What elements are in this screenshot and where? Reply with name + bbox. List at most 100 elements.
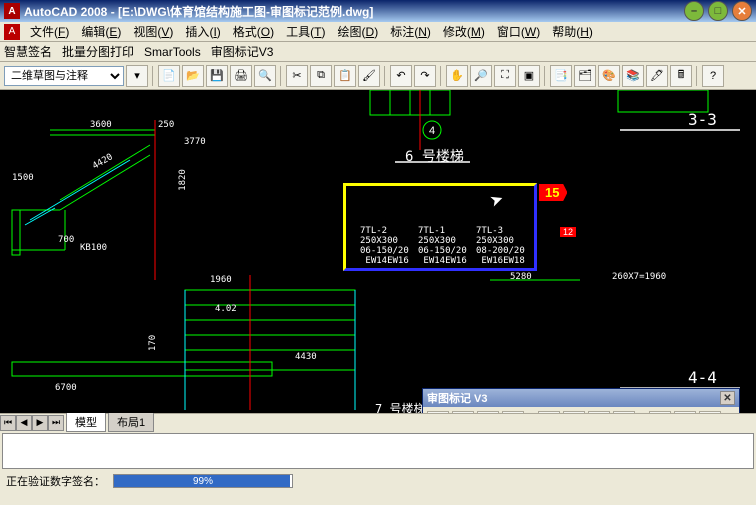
palette-titlebar[interactable]: 审图标记 V3 ✕ bbox=[423, 389, 739, 407]
tab-model[interactable]: 模型 bbox=[66, 413, 106, 432]
window-title: AutoCAD 2008 - [E:\DWG\体育馆结构施工图-审图标记范例.d… bbox=[24, 3, 684, 20]
menu-draw[interactable]: 绘图(D) bbox=[332, 21, 385, 42]
pal-star-button[interactable]: ✶ bbox=[477, 411, 499, 413]
zoom-window-button[interactable]: ⛶ bbox=[494, 65, 516, 87]
open-button[interactable]: 📂 bbox=[182, 65, 204, 87]
pal-refresh-button[interactable]: ↻ bbox=[613, 411, 635, 413]
paste-button[interactable]: 📋 bbox=[334, 65, 356, 87]
palette-title-text: 审图标记 V3 bbox=[427, 390, 720, 406]
save-button[interactable]: 💾 bbox=[206, 65, 228, 87]
dim-250: 250 bbox=[158, 120, 174, 130]
help-button[interactable]: ? bbox=[702, 65, 724, 87]
menu-format[interactable]: 格式(O) bbox=[227, 21, 280, 42]
pal-flag-button[interactable]: ⚑ bbox=[502, 411, 524, 413]
markup-button[interactable]: 🖊 bbox=[646, 65, 668, 87]
menu-view[interactable]: 视图(V) bbox=[127, 21, 179, 42]
redo-button[interactable]: ↷ bbox=[414, 65, 436, 87]
dim-4430: 4430 bbox=[295, 352, 317, 362]
pal-edit-button[interactable]: ✎ bbox=[452, 411, 474, 413]
dim-170: 170 bbox=[148, 335, 158, 351]
stair-6-label: 6 号楼梯 bbox=[405, 146, 464, 166]
zoom-button[interactable]: 🔎 bbox=[470, 65, 492, 87]
menu-window[interactable]: 窗口(W) bbox=[491, 21, 546, 42]
menu-file[interactable]: 文件(F) bbox=[24, 21, 75, 42]
menu-review-mark[interactable]: 审图标记V3 bbox=[211, 43, 274, 60]
toolpalette-button[interactable]: 🎨 bbox=[598, 65, 620, 87]
signature-progress: 99% bbox=[113, 474, 293, 488]
dim-402: 4.02 bbox=[215, 304, 237, 314]
section-3-3-label: 3-3 bbox=[688, 110, 717, 129]
copy-button[interactable]: ⧉ bbox=[310, 65, 332, 87]
col1-text: 7TL-2 250X300 06-150/20 EW14EW16 bbox=[360, 226, 409, 266]
tab-layout1[interactable]: 布局1 bbox=[108, 413, 154, 432]
pal-web-button[interactable]: e bbox=[699, 411, 721, 413]
toolbar-dropdown-icon[interactable]: ▾ bbox=[126, 65, 148, 87]
menu-smartools[interactable]: SmarTools bbox=[144, 45, 201, 59]
maximize-button[interactable]: □ bbox=[708, 1, 728, 21]
menu-help[interactable]: 帮助(H) bbox=[546, 21, 599, 42]
status-verifying-label: 正在验证数字签名： bbox=[6, 473, 105, 489]
menu-bar-extra: 智慧签名 批量分图打印 SmarTools 审图标记V3 bbox=[0, 42, 756, 62]
progress-percent: 99% bbox=[114, 475, 292, 489]
tab-last-button[interactable]: ⏭ bbox=[48, 415, 64, 431]
main-toolbar: 二维草图与注释 ▾ 📄 📂 💾 🖨 🔍 ✂ ⧉ 📋 🖌 ↶ ↷ ✋ 🔎 ⛶ ▣ … bbox=[0, 62, 756, 90]
dim-5280: 5280 bbox=[510, 272, 532, 282]
status-bar: 正在验证数字签名： 99% bbox=[0, 471, 756, 491]
command-line[interactable] bbox=[2, 433, 754, 469]
review-flag-15[interactable]: 15 bbox=[539, 184, 567, 201]
workspace-combo[interactable]: 二维草图与注释 bbox=[4, 66, 124, 86]
match-button[interactable]: 🖌 bbox=[358, 65, 380, 87]
review-flag-12[interactable]: 12 bbox=[560, 227, 576, 237]
menu-app-icon: A bbox=[4, 24, 20, 40]
col2-text: 7TL-1 250X300 06-150/20 EW14EW16 bbox=[418, 226, 467, 266]
pal-export-excel-button[interactable]: ▦ bbox=[588, 411, 610, 413]
drawing-canvas[interactable]: 4 3-3 4-4 6 号楼梯 7 号楼梯 3600 1820 3770 442… bbox=[0, 90, 756, 413]
pal-add-mark-button[interactable]: ✚ bbox=[427, 411, 449, 413]
review-mark-palette[interactable]: 审图标记 V3 ✕ ✚ ✎ ✶ ⚑ ⬇ ✖ ▦ ↻ ◀ ▶ e ▤ bbox=[422, 388, 740, 413]
dim-260x7: 260X7=1960 bbox=[612, 272, 666, 282]
dim-1820: 1820 bbox=[178, 169, 188, 191]
tab-next-button[interactable]: ▶ bbox=[32, 415, 48, 431]
preview-button[interactable]: 🔍 bbox=[254, 65, 276, 87]
pal-delete-button[interactable]: ✖ bbox=[563, 411, 585, 413]
calc-button[interactable]: 🖩 bbox=[670, 65, 692, 87]
properties-button[interactable]: 📑 bbox=[550, 65, 572, 87]
pal-prev-button[interactable]: ◀ bbox=[649, 411, 671, 413]
cut-button[interactable]: ✂ bbox=[286, 65, 308, 87]
new-button[interactable]: 📄 bbox=[158, 65, 180, 87]
dim-3770: 3770 bbox=[184, 137, 206, 147]
palette-body: ✚ ✎ ✶ ⚑ ⬇ ✖ ▦ ↻ ◀ ▶ e ▤ bbox=[423, 407, 739, 413]
dim-700: 700 bbox=[58, 235, 74, 245]
tab-prev-button[interactable]: ◀ bbox=[16, 415, 32, 431]
menu-batch-plot[interactable]: 批量分图打印 bbox=[62, 43, 134, 60]
section-4-4-label: 4-4 bbox=[688, 368, 717, 387]
menu-dimension[interactable]: 标注(N) bbox=[384, 21, 437, 42]
zoom-all-button[interactable]: ▣ bbox=[518, 65, 540, 87]
stair-7-label: 7 号楼梯 bbox=[375, 400, 425, 413]
dim-1500: 1500 bbox=[12, 173, 34, 183]
menu-modify[interactable]: 修改(M) bbox=[437, 21, 491, 42]
print-button[interactable]: 🖨 bbox=[230, 65, 252, 87]
tab-first-button[interactable]: ⏮ bbox=[0, 415, 16, 431]
review-highlight-box: 7TL-2 250X300 06-150/20 EW14EW16 7TL-1 2… bbox=[343, 183, 537, 271]
menu-insert[interactable]: 插入(I) bbox=[179, 21, 226, 42]
close-button[interactable]: ✕ bbox=[732, 1, 752, 21]
designcenter-button[interactable]: 🗂 bbox=[574, 65, 596, 87]
pal-import-button[interactable]: ⬇ bbox=[538, 411, 560, 413]
pal-next-button[interactable]: ▶ bbox=[674, 411, 696, 413]
col3-text: 7TL-3 250X300 08-200/20 EW16EW18 bbox=[476, 226, 525, 266]
dim-3600: 3600 bbox=[90, 120, 112, 130]
pan-button[interactable]: ✋ bbox=[446, 65, 468, 87]
menu-tools[interactable]: 工具(T) bbox=[280, 21, 331, 42]
menu-edit[interactable]: 编辑(E) bbox=[75, 21, 127, 42]
dim-6700: 6700 bbox=[55, 383, 77, 393]
minimize-button[interactable]: – bbox=[684, 1, 704, 21]
title-bar: A AutoCAD 2008 - [E:\DWG\体育馆结构施工图-审图标记范例… bbox=[0, 0, 756, 22]
undo-button[interactable]: ↶ bbox=[390, 65, 412, 87]
app-icon: A bbox=[4, 3, 20, 19]
palette-close-button[interactable]: ✕ bbox=[720, 391, 735, 405]
menu-smart-sign[interactable]: 智慧签名 bbox=[4, 43, 52, 60]
layout-tabs: ⏮ ◀ ▶ ⏭ 模型 布局1 bbox=[0, 413, 756, 431]
svg-text:4: 4 bbox=[429, 125, 435, 137]
sheetset-button[interactable]: 📚 bbox=[622, 65, 644, 87]
